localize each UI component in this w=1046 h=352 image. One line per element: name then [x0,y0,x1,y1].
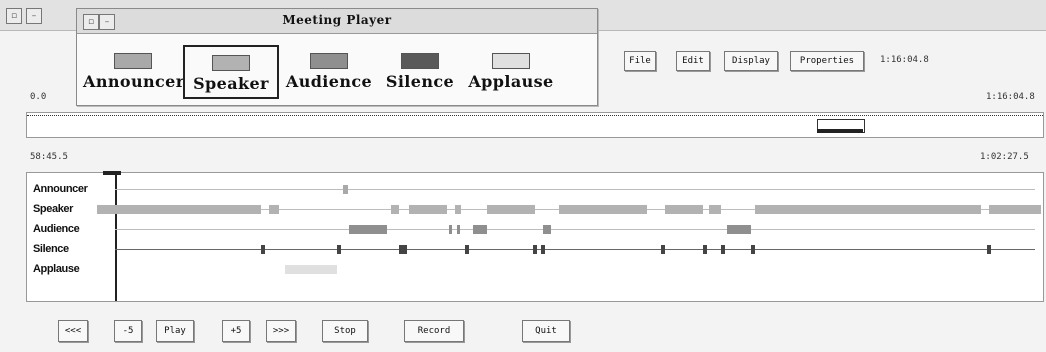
legend-swatch-announcer [114,53,152,69]
audience-segment[interactable] [457,225,460,234]
applause-segment[interactable] [285,265,337,274]
speaker-segment[interactable] [97,205,261,214]
track-label-announcer: Announcer [33,183,88,195]
silence-segment[interactable] [261,245,265,254]
window-title: Meeting Player [282,13,392,27]
legend-label-announcer: Announcer [83,72,185,91]
audience-segment[interactable] [449,225,452,234]
legend-label-speaker: Speaker [193,74,269,93]
audience-segment[interactable] [473,225,487,234]
legend-label-applause: Applause [468,72,554,91]
audience-segment[interactable] [349,225,387,234]
silence-segment[interactable] [751,245,755,254]
overview-timeline[interactable] [26,112,1044,138]
legend-swatch-speaker [212,55,250,71]
track-label-speaker: Speaker [33,203,74,215]
legend-item-announcer[interactable]: Announcer [83,39,185,99]
quit-button[interactable]: Quit [522,320,570,342]
announcer-segment[interactable] [343,185,348,194]
speaker-segment[interactable] [559,205,647,214]
speaker-segment[interactable] [487,205,535,214]
playhead-line[interactable] [115,173,117,301]
detail-start-time: 58:45.5 [30,152,68,162]
audience-segment[interactable] [727,225,751,234]
forward-fast-button[interactable]: >>> [266,320,296,342]
silence-segment[interactable] [399,245,407,254]
window-menu-icon[interactable]: ▫ [6,8,22,24]
record-button[interactable]: Record [404,320,464,342]
file-menu-button[interactable]: File [624,51,656,71]
silence-segment[interactable] [541,245,545,254]
total-time-display: 1:16:04.8 [880,55,929,65]
rewind-fast-button[interactable]: <<< [58,320,88,342]
overview-start-time: 0.0 [30,92,47,102]
legend-swatch-audience [310,53,348,69]
silence-segment[interactable] [465,245,469,254]
playhead-marker[interactable] [103,171,121,175]
detail-end-time: 1:02:27.5 [980,152,1029,162]
speaker-segment[interactable] [409,205,447,214]
speaker-segment[interactable] [989,205,1041,214]
play-button[interactable]: Play [156,320,194,342]
back-5-button[interactable]: -5 [114,320,142,342]
overview-end-time: 1:16:04.8 [986,92,1035,102]
edit-menu-button[interactable]: Edit [676,51,710,71]
legend-swatch-silence [401,53,439,69]
legend-label-audience: Audience [285,72,373,91]
track-label-applause: Applause [33,263,80,275]
forward-5-button[interactable]: +5 [222,320,250,342]
track-line-announcer [115,189,1035,190]
speaker-segment[interactable] [391,205,399,214]
speaker-segment[interactable] [709,205,721,214]
silence-segment[interactable] [661,245,665,254]
silence-segment[interactable] [721,245,725,254]
stop-button[interactable]: Stop [322,320,368,342]
track-line-silence [115,249,1035,250]
legend-swatch-applause [492,53,530,69]
speaker-segment[interactable] [455,205,461,214]
legend-item-audience[interactable]: Audience [279,39,379,99]
legend-item-silence[interactable]: Silence [377,39,463,99]
track-panel[interactable]: Announcer Speaker Audience Silence Appla… [26,171,1044,302]
track-label-audience: Audience [33,223,80,235]
track-line-audience [115,229,1035,230]
display-menu-button[interactable]: Display [724,51,778,71]
legend-titlebar: ▫ – Meeting Player [77,9,597,34]
silence-segment[interactable] [337,245,341,254]
overview-zoom-window-handle[interactable] [817,129,863,133]
legend-label-silence: Silence [385,72,455,91]
silence-segment[interactable] [533,245,537,254]
legend-item-applause[interactable]: Applause [461,39,561,99]
audience-segment[interactable] [543,225,551,234]
overview-scale [27,115,1043,117]
speaker-segment[interactable] [665,205,703,214]
legend-item-speaker[interactable]: Speaker [183,45,279,99]
silence-segment[interactable] [703,245,707,254]
speaker-segment[interactable] [269,205,279,214]
window-minimize-icon[interactable]: – [26,8,42,24]
properties-menu-button[interactable]: Properties [790,51,864,71]
silence-segment[interactable] [987,245,991,254]
legend-window: ▫ – Meeting Player Announcer Speaker Aud… [76,8,598,106]
track-label-silence: Silence [33,243,69,255]
speaker-segment[interactable] [755,205,981,214]
